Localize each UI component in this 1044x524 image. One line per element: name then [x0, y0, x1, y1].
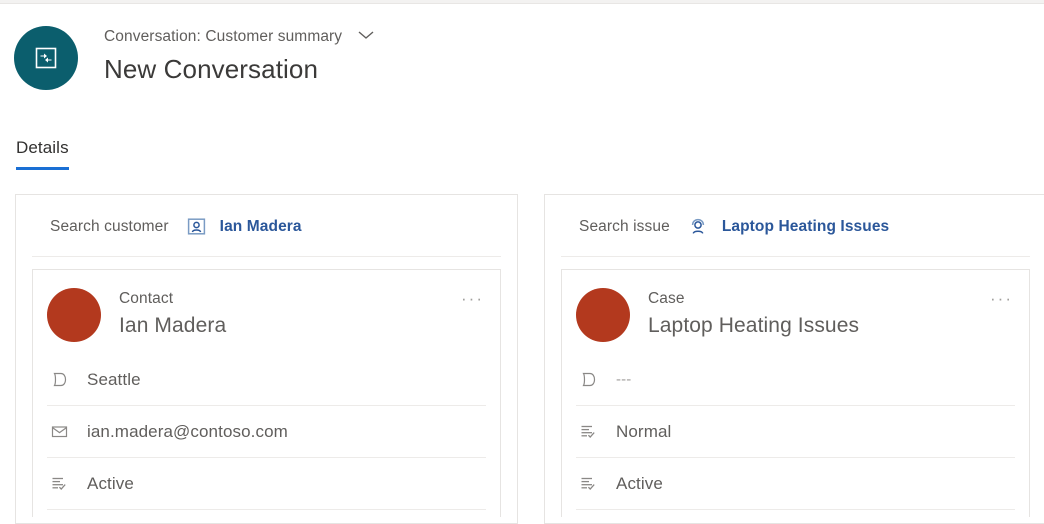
contact-field-list: Seattle ian.madera@contoso.com Active [33, 354, 500, 510]
chevron-down-icon[interactable] [356, 28, 376, 46]
customer-summary-card: Search customer Ian Madera Contact Ian M… [15, 194, 518, 524]
summary-cards: Search customer Ian Madera Contact Ian M… [15, 194, 1044, 524]
contact-field-status: Active [47, 458, 486, 510]
tag-icon [576, 371, 600, 388]
case-subject-value: --- [616, 371, 632, 388]
contact-email-value: ian.madera@contoso.com [87, 421, 288, 441]
contact-field-email: ian.madera@contoso.com [47, 406, 486, 458]
case-status-value: Active [616, 473, 663, 493]
tab-details[interactable]: Details [16, 138, 69, 170]
search-customer-label: Search customer [50, 217, 169, 235]
contact-address-value: Seattle [87, 369, 141, 389]
status-list-icon [47, 475, 71, 492]
contact-entity-type: Contact [119, 290, 174, 307]
contact-field-address: Seattle [47, 354, 486, 406]
search-customer-row: Search customer Ian Madera [32, 195, 501, 257]
contact-entity-header: Contact Ian Madera ··· [33, 270, 500, 342]
window-top-strip [0, 0, 1044, 4]
search-issue-label: Search issue [579, 217, 670, 235]
case-agent-icon [688, 217, 708, 236]
contact-entity-card: Contact Ian Madera ··· Seattle ian.mader… [32, 269, 501, 517]
case-field-list: --- Normal Active [562, 354, 1029, 510]
case-entity-type: Case [648, 290, 685, 307]
conversation-context-row[interactable]: Conversation: Customer summary [104, 28, 376, 46]
case-field-priority: Normal [576, 406, 1015, 458]
case-field-subject: --- [576, 354, 1015, 406]
header-text-block: Conversation: Customer summary New Conve… [104, 20, 376, 85]
conversation-header: Conversation: Customer summary New Conve… [14, 20, 376, 90]
tab-bar: Details [16, 138, 69, 170]
case-entity-header: Case Laptop Heating Issues ··· [562, 270, 1029, 342]
issue-summary-card: Search issue Laptop Heating Issues Case … [544, 194, 1044, 524]
case-field-status: Active [576, 458, 1015, 510]
contact-entity-name: Ian Madera [119, 314, 227, 338]
page-title: New Conversation [104, 54, 319, 84]
contact-card-icon [187, 217, 206, 236]
search-customer-value[interactable]: Ian Madera [220, 218, 302, 236]
case-priority-value: Normal [616, 421, 672, 441]
case-entity-labels: Case Laptop Heating Issues [648, 288, 859, 338]
contact-overflow-menu-button[interactable]: ··· [461, 290, 484, 307]
tag-icon [47, 371, 71, 388]
case-entity-card: Case Laptop Heating Issues ··· --- Norma… [561, 269, 1030, 517]
envelope-icon [47, 423, 71, 440]
avatar [576, 288, 630, 342]
case-entity-name: Laptop Heating Issues [648, 314, 860, 338]
avatar [47, 288, 101, 342]
search-issue-value[interactable]: Laptop Heating Issues [722, 218, 889, 236]
search-issue-row: Search issue Laptop Heating Issues [561, 195, 1030, 257]
conversation-context-label: Conversation: Customer summary [104, 28, 343, 46]
status-list-icon [576, 475, 600, 492]
case-overflow-menu-button[interactable]: ··· [990, 290, 1013, 307]
conversation-session-icon [14, 26, 78, 90]
contact-entity-labels: Contact Ian Madera [119, 288, 226, 338]
status-list-icon [576, 423, 600, 440]
contact-status-value: Active [87, 473, 134, 493]
